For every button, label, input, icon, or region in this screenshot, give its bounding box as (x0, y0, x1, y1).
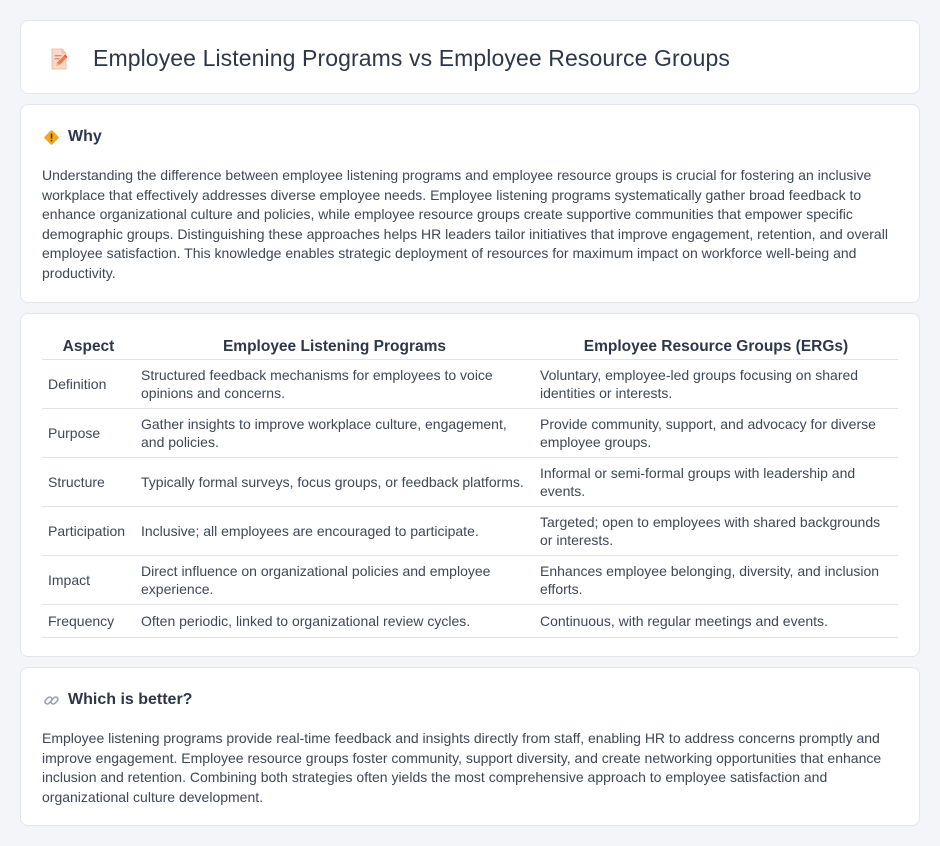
erg-cell: Voluntary, employee-led groups focusing … (534, 359, 898, 409)
table-row: Participation Inclusive; all employees a… (42, 506, 898, 556)
erg-cell: Continuous, with regular meetings and ev… (534, 604, 898, 638)
listening-cell: Direct influence on organizational polic… (135, 555, 534, 605)
column-header-aspect: Aspect (42, 334, 135, 360)
aspect-cell: Structure (42, 457, 135, 507)
table-row: Definition Structured feedback mechanism… (42, 359, 898, 409)
why-heading: Why (43, 128, 102, 146)
better-title: Which is better? (68, 691, 193, 708)
aspect-cell: Impact (42, 555, 135, 605)
column-header-ergs: Employee Resource Groups (ERGs) (534, 334, 898, 360)
title-card: Employee Listening Programs vs Employee … (20, 20, 920, 94)
why-card: Why Understanding the difference between… (20, 104, 920, 303)
erg-cell: Enhances employee belonging, diversity, … (534, 555, 898, 605)
erg-cell: Informal or semi-formal groups with lead… (534, 457, 898, 507)
erg-cell: Provide community, support, and advocacy… (534, 408, 898, 458)
title-row: Employee Listening Programs vs Employee … (47, 45, 730, 72)
why-title: Why (68, 128, 102, 145)
aspect-cell: Purpose (42, 408, 135, 458)
comparison-table: Aspect Employee Listening Programs Emplo… (42, 334, 898, 638)
edit-document-icon (47, 47, 71, 71)
better-text: Employee listening programs provide real… (42, 730, 882, 805)
why-text: Understanding the difference between emp… (42, 167, 888, 281)
aspect-cell: Frequency (42, 604, 135, 638)
table-row: Frequency Often periodic, linked to orga… (42, 604, 898, 638)
erg-cell: Targeted; open to employees with shared … (534, 506, 898, 556)
diamond-warning-icon (43, 129, 60, 146)
listening-cell: Often periodic, linked to organizational… (135, 604, 534, 638)
aspect-cell: Definition (42, 359, 135, 409)
aspect-cell: Participation (42, 506, 135, 556)
better-heading: Which is better? (43, 691, 192, 709)
better-card: Which is better? Employee listening prog… (20, 667, 920, 826)
table-row: Structure Typically formal surveys, focu… (42, 457, 898, 507)
table-row: Impact Direct influence on organizationa… (42, 555, 898, 605)
page-title: Employee Listening Programs vs Employee … (93, 45, 731, 71)
column-header-listening-programs: Employee Listening Programs (135, 334, 534, 360)
listening-cell: Typically formal surveys, focus groups, … (135, 457, 534, 507)
listening-cell: Structured feedback mechanisms for emplo… (135, 359, 534, 409)
listening-cell: Gather insights to improve workplace cul… (135, 408, 534, 458)
link-icon (43, 692, 60, 709)
table-header-row: Aspect Employee Listening Programs Emplo… (42, 334, 898, 360)
comparison-card: Aspect Employee Listening Programs Emplo… (20, 313, 920, 657)
table-row: Purpose Gather insights to improve workp… (42, 408, 898, 458)
listening-cell: Inclusive; all employees are encouraged … (135, 506, 534, 556)
